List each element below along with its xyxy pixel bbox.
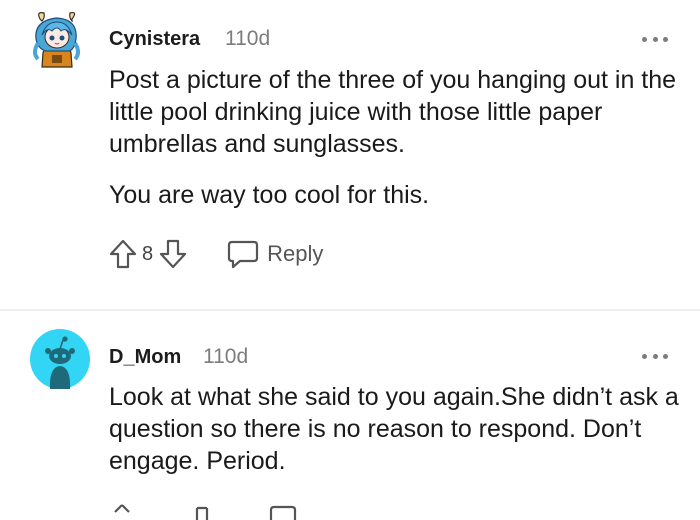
dot <box>642 353 647 359</box>
dot <box>652 36 658 42</box>
comment-body: Post a picture of the three of you hangi… <box>109 64 679 211</box>
upvote-button[interactable] <box>107 237 139 271</box>
chat-bubble-icon[interactable] <box>267 500 299 520</box>
downvote-arrow-icon[interactable] <box>187 500 217 520</box>
dot <box>652 353 658 359</box>
dot <box>642 36 647 42</box>
comment-body: Look at what she said to you again.She d… <box>109 381 679 477</box>
comment-paragraph: Look at what she said to you again.She d… <box>109 383 679 475</box>
comment-age: 110d <box>203 345 249 368</box>
upvote-arrow-icon[interactable] <box>107 500 137 520</box>
chat-bubble-icon <box>228 240 259 269</box>
comment-actions-partial <box>107 500 299 520</box>
dot <box>663 36 668 42</box>
user-avatar[interactable] <box>28 9 88 69</box>
more-options-icon[interactable] <box>642 352 668 360</box>
dot <box>663 353 668 359</box>
upvote-arrow-icon <box>109 239 137 269</box>
anime-character-avatar-icon <box>33 12 80 68</box>
comment-paragraph: You are way too cool for this. <box>109 181 430 209</box>
reply-label: Reply <box>267 241 324 266</box>
comment-username[interactable]: Cynistera <box>109 28 200 51</box>
more-options-icon[interactable] <box>642 35 668 43</box>
comment-paragraph: Post a picture of the three of you hangi… <box>109 66 677 158</box>
comment: D_Mom 110d Look at what she said to you … <box>0 311 700 510</box>
reply-button[interactable]: Reply <box>227 239 323 269</box>
downvote-arrow-icon <box>160 239 187 269</box>
downvote-button[interactable] <box>157 237 189 271</box>
comment-username[interactable]: D_Mom <box>109 346 181 369</box>
user-avatar[interactable] <box>30 329 90 389</box>
default-snoo-avatar-icon <box>30 329 90 389</box>
comment-age: 110d <box>225 27 271 50</box>
vote-score: 8 <box>142 242 154 265</box>
comment: Cynistera 110d Post a picture of the thr… <box>0 0 700 310</box>
comment-actions: 8 Reply <box>107 236 323 272</box>
